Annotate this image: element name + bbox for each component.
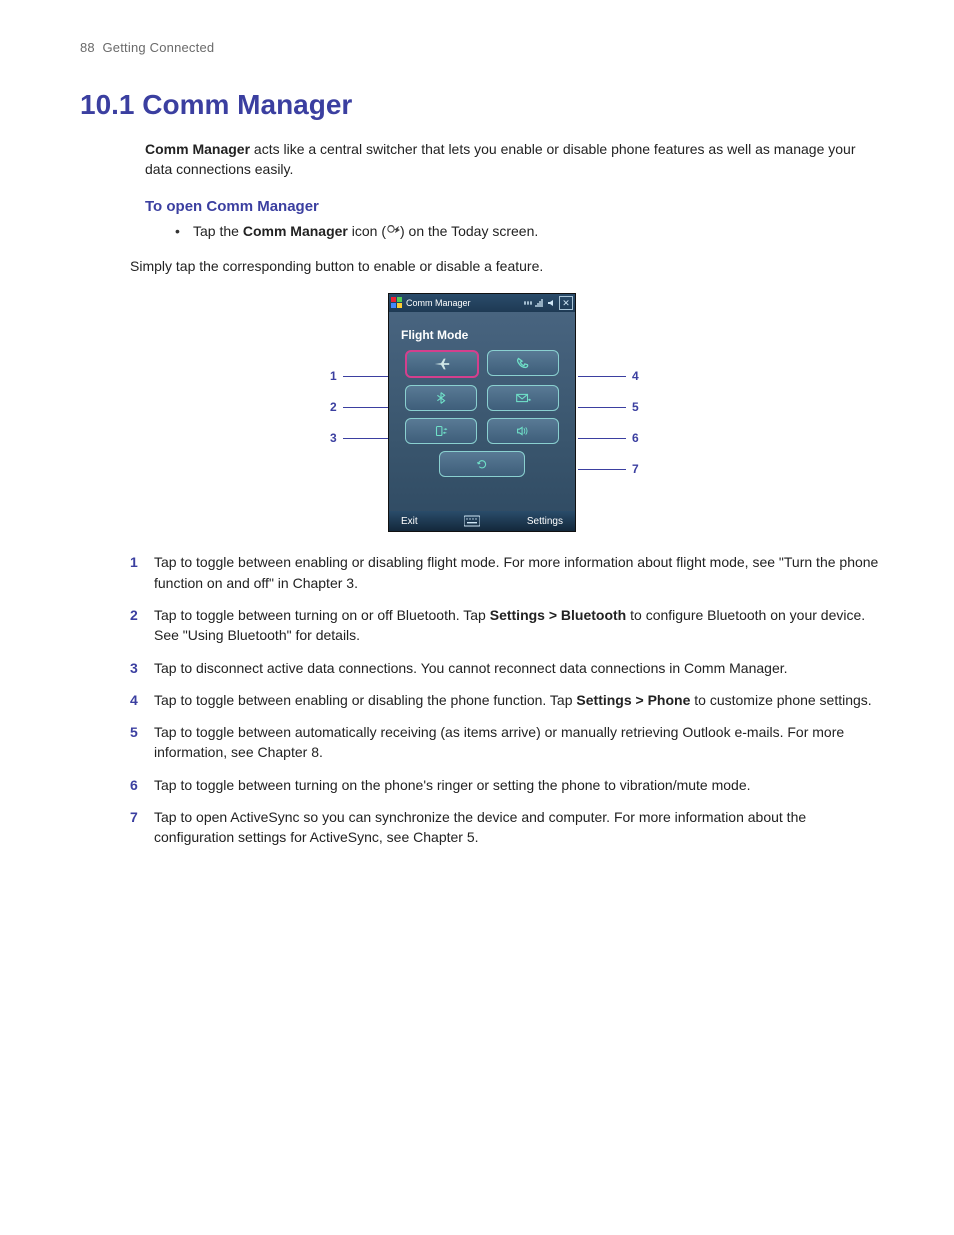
device-screenshot: Comm Manager ✕ Flight Mode bbox=[388, 293, 576, 532]
callout-7: 7 bbox=[578, 462, 639, 476]
intro-rest: acts like a central switcher that lets y… bbox=[145, 141, 855, 177]
data-connection-button[interactable] bbox=[405, 418, 477, 444]
desc-text: Tap to disconnect active data connection… bbox=[154, 658, 884, 678]
button-grid bbox=[389, 350, 575, 491]
desc-row: 2 Tap to toggle between turning on or of… bbox=[130, 605, 884, 646]
signal-icon bbox=[535, 298, 545, 308]
desc-number: 4 bbox=[130, 690, 154, 710]
bullet-bold: Comm Manager bbox=[243, 223, 348, 239]
desc-row: 3 Tap to disconnect active data connecti… bbox=[130, 658, 884, 678]
speaker-icon bbox=[547, 298, 557, 308]
softkey-bar: Exit Settings bbox=[389, 511, 575, 531]
phone-icon bbox=[514, 356, 532, 370]
close-icon: ✕ bbox=[559, 296, 573, 310]
flight-mode-button[interactable] bbox=[405, 350, 479, 378]
device-title: Comm Manager bbox=[406, 298, 471, 308]
running-head: 88 Getting Connected bbox=[80, 40, 884, 55]
callout-3: 3 bbox=[330, 431, 391, 445]
status-tray bbox=[523, 298, 557, 308]
desc-row: 7 Tap to open ActiveSync so you can sync… bbox=[130, 807, 884, 848]
bullet-pre: Tap the bbox=[193, 223, 243, 239]
desc-number: 6 bbox=[130, 775, 154, 795]
keyboard-icon[interactable] bbox=[464, 515, 480, 527]
phone-button[interactable] bbox=[487, 350, 559, 376]
desc-text: Tap to toggle between turning on the pho… bbox=[154, 775, 884, 795]
bullet-post: icon ( bbox=[348, 223, 386, 239]
subheading: To open Comm Manager bbox=[145, 198, 884, 215]
desc-number: 1 bbox=[130, 552, 154, 593]
activesync-button[interactable] bbox=[439, 451, 525, 477]
desc-text: Tap to toggle between turning on or off … bbox=[154, 605, 884, 646]
desc-number: 2 bbox=[130, 605, 154, 646]
desc-text: Tap to toggle between automatically rece… bbox=[154, 722, 884, 763]
bullet-item: Tap the Comm Manager icon ( ) on the Toda… bbox=[175, 221, 884, 243]
device-titlebar: Comm Manager ✕ bbox=[389, 294, 575, 312]
sync-icon bbox=[473, 457, 491, 471]
page-number: 88 bbox=[80, 40, 95, 55]
button-row bbox=[405, 385, 559, 411]
page: 88 Getting Connected 10.1 Comm Manager C… bbox=[0, 0, 954, 1235]
envelope-icon bbox=[514, 391, 532, 405]
flight-mode-label: Flight Mode bbox=[389, 312, 575, 350]
bluetooth-button[interactable] bbox=[405, 385, 477, 411]
intro-bold: Comm Manager bbox=[145, 141, 250, 157]
chapter-name: Getting Connected bbox=[103, 40, 215, 55]
ringer-button[interactable] bbox=[487, 418, 559, 444]
data-connection-icon bbox=[432, 424, 450, 438]
desc-row: 1 Tap to toggle between enabling or disa… bbox=[130, 552, 884, 593]
figure-inner: 1 2 3 4 5 6 7 Comm Manager ✕ bbox=[388, 293, 576, 532]
button-row bbox=[405, 451, 559, 477]
soft-right[interactable]: Settings bbox=[527, 516, 563, 527]
intro-paragraph: Comm Manager acts like a central switche… bbox=[145, 139, 884, 180]
callout-6: 6 bbox=[578, 431, 639, 445]
description-list: 1 Tap to toggle between enabling or disa… bbox=[130, 552, 884, 847]
desc-row: 6 Tap to toggle between turning on the p… bbox=[130, 775, 884, 795]
callout-5: 5 bbox=[578, 400, 639, 414]
desc-row: 5 Tap to toggle between automatically re… bbox=[130, 722, 884, 763]
desc-number: 5 bbox=[130, 722, 154, 763]
soft-left[interactable]: Exit bbox=[401, 516, 418, 527]
button-row bbox=[405, 418, 559, 444]
desc-number: 7 bbox=[130, 807, 154, 848]
bullet-tail: ) on the Today screen. bbox=[400, 223, 538, 239]
button-row bbox=[405, 350, 559, 378]
bullet-list: Tap the Comm Manager icon ( ) on the Toda… bbox=[175, 221, 884, 243]
section-title: 10.1 Comm Manager bbox=[80, 89, 884, 121]
windows-flag-icon bbox=[391, 297, 403, 309]
desc-text: Tap to toggle between enabling or disabl… bbox=[154, 690, 884, 710]
airplane-icon bbox=[433, 357, 451, 371]
figure: 1 2 3 4 5 6 7 Comm Manager ✕ bbox=[80, 293, 884, 532]
desc-text: Tap to toggle between enabling or disabl… bbox=[154, 552, 884, 593]
callout-2: 2 bbox=[330, 400, 391, 414]
connectivity-icon bbox=[523, 298, 533, 308]
bluetooth-icon bbox=[432, 391, 450, 405]
comm-manager-icon bbox=[386, 221, 400, 242]
desc-text: Tap to open ActiveSync so you can synchr… bbox=[154, 807, 884, 848]
callout-4: 4 bbox=[578, 369, 639, 383]
email-button[interactable] bbox=[487, 385, 559, 411]
speaker-sound-icon bbox=[514, 424, 532, 438]
desc-number: 3 bbox=[130, 658, 154, 678]
callout-1: 1 bbox=[330, 369, 391, 383]
desc-row: 4 Tap to toggle between enabling or disa… bbox=[130, 690, 884, 710]
body-text: Simply tap the corresponding button to e… bbox=[130, 256, 884, 277]
